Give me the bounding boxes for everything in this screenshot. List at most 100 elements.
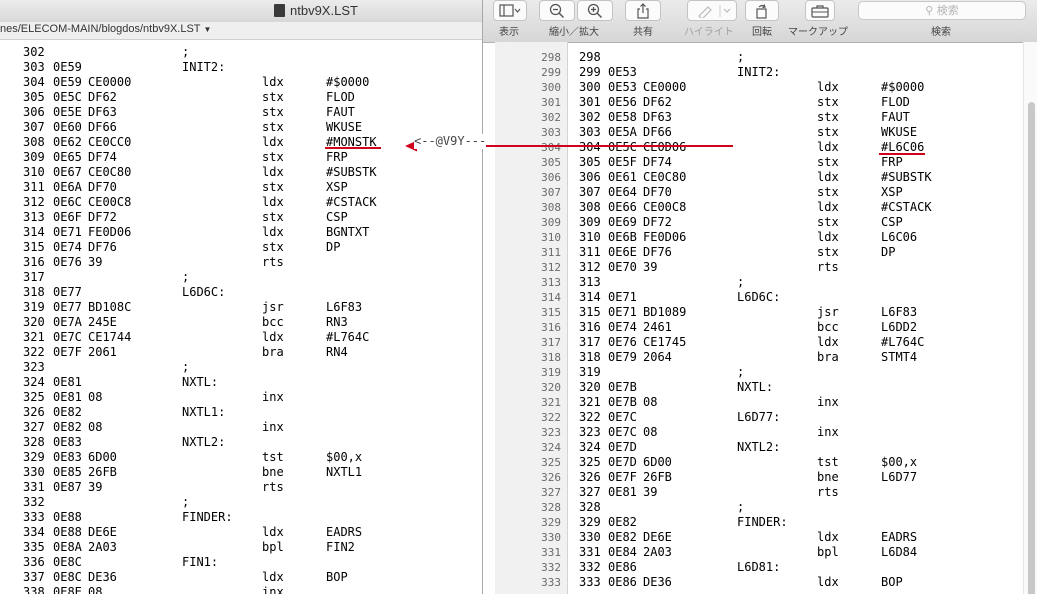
listing-c1: 313	[579, 275, 601, 289]
listing-c6: WKUSE	[326, 120, 363, 134]
listing-c1: 304	[23, 75, 45, 89]
listing-c1: 322	[579, 410, 601, 424]
left-listing[interactable]: 302; 303 0E59 INIT2: 304 0E59 CE0000 ldx #$0000 3…	[0, 41, 482, 594]
listing-c1: 321	[579, 395, 601, 409]
left-titlebar[interactable]: ntbv9X.LST	[0, 0, 482, 23]
listing-c4: ;	[737, 500, 745, 514]
listing-c3: 2064	[643, 350, 672, 364]
listing-c5: ldx	[817, 335, 839, 349]
listing-c5: bne	[817, 470, 839, 484]
listing-c3: DF63	[88, 105, 117, 119]
listing-c1: 307	[23, 120, 45, 134]
listing-c5: stx	[817, 125, 839, 139]
listing-c3: FE0D06	[88, 225, 132, 239]
listing-c6: FAUT	[326, 105, 355, 119]
listing-c1: 312	[23, 195, 45, 209]
gutter-line-number: 321	[541, 396, 561, 409]
listing-c4: NXTL1:	[182, 405, 226, 419]
listing-c1: 332	[579, 560, 601, 574]
listing-c1: 316	[579, 320, 601, 334]
listing-c3: 2461	[643, 320, 672, 334]
listing-c3: CE0000	[643, 80, 687, 94]
listing-c1: 306	[23, 105, 45, 119]
rotate-button[interactable]	[745, 0, 779, 21]
listing-c1: 329	[579, 515, 601, 529]
sidebar-view-button[interactable]	[493, 0, 527, 21]
listing-c1: 328	[23, 435, 45, 449]
gutter-line-number: 299	[541, 66, 561, 79]
listing-c4: ;	[737, 50, 745, 64]
listing-c2: 0E74	[53, 240, 82, 254]
listing-c5: bpl	[817, 545, 839, 559]
listing-c1: 305	[579, 155, 601, 169]
listing-c2: 0E81	[608, 485, 637, 499]
scrollbar[interactable]	[1023, 42, 1037, 594]
listing-c1: 304	[579, 140, 601, 154]
listing-c1: 308	[579, 200, 601, 214]
listing-c5: stx	[262, 120, 284, 134]
listing-c1: 337	[23, 570, 45, 584]
gutter-line-number: 316	[541, 321, 561, 334]
listing-c5: stx	[817, 155, 839, 169]
listing-c3: 08	[88, 420, 103, 434]
highlight-button[interactable]	[687, 0, 737, 21]
listing-c2: 0E82	[608, 530, 637, 544]
markup-button[interactable]	[805, 0, 835, 21]
path-bar[interactable]: nes/ELECOM-MAIN/blogdos/ntbv9X.LST ▼	[0, 22, 482, 40]
listing-c1: 324	[579, 440, 601, 454]
listing-c6: WKUSE	[881, 125, 918, 139]
listing-c5: rts	[262, 255, 284, 269]
listing-c3: DE36	[88, 570, 117, 584]
listing-c3: DF76	[643, 245, 672, 259]
listing-c5: rts	[817, 260, 839, 274]
gutter-line-number: 319	[541, 366, 561, 379]
listing-c2: 0E82	[53, 405, 82, 419]
gutter-line-number: 318	[541, 351, 561, 364]
gutter-line-number: 315	[541, 306, 561, 319]
listing-c1: 298	[579, 50, 601, 64]
listing-c2: 0E77	[53, 300, 82, 314]
search-field[interactable]: ⚲ 検索	[858, 1, 1026, 20]
listing-c2: 0E8A	[53, 540, 82, 554]
listing-c6: CSP	[881, 215, 903, 229]
listing-c2: 0E60	[53, 120, 82, 134]
right-listing[interactable]: 298 298; 299 299 0E53 INIT2: 300 300 0E53 CE0000 l…	[483, 42, 1037, 594]
listing-c6: STMT4	[881, 350, 918, 364]
listing-c6: #CSTACK	[326, 195, 377, 209]
listing-c5: bra	[262, 345, 284, 359]
gutter-line-number: 322	[541, 411, 561, 424]
listing-c1: 308	[23, 135, 45, 149]
listing-c3: DF72	[643, 215, 672, 229]
listing-c2: 0E7F	[608, 470, 637, 484]
listing-c2: 0E67	[53, 165, 82, 179]
share-button[interactable]	[625, 0, 661, 21]
listing-c5: jsr	[817, 305, 839, 319]
listing-c2: 0E6F	[53, 210, 82, 224]
listing-c1: 320	[579, 380, 601, 394]
listing-c5: inx	[262, 585, 284, 594]
listing-c2: 0E8C	[53, 570, 82, 584]
file-path[interactable]: nes/ELECOM-MAIN/blogdos/ntbv9X.LST ▼	[0, 23, 211, 35]
zoom-out-button[interactable]	[539, 0, 575, 21]
listing-c2: 0E5A	[608, 125, 637, 139]
scrollbar-thumb[interactable]	[1028, 102, 1035, 594]
listing-c2: 0E85	[53, 465, 82, 479]
gutter-line-number: 305	[541, 156, 561, 169]
listing-c2: 0E7C	[608, 410, 637, 424]
listing-c3: 6D00	[643, 455, 672, 469]
listing-c1: 336	[23, 555, 45, 569]
listing-c1: 318	[579, 350, 601, 364]
listing-c5: inx	[817, 395, 839, 409]
rotate-label: 回転	[752, 27, 772, 38]
listing-c5: stx	[817, 245, 839, 259]
listing-c3: 2061	[88, 345, 117, 359]
listing-c1: 326	[579, 470, 601, 484]
zoom-in-button[interactable]	[577, 0, 613, 21]
gutter-line-number: 308	[541, 201, 561, 214]
listing-c4: FIN1:	[182, 555, 219, 569]
listing-c1: 314	[23, 225, 45, 239]
listing-c5: ldx	[262, 225, 284, 239]
listing-c1: 311	[23, 180, 45, 194]
listing-c1: 327	[579, 485, 601, 499]
chevron-down-icon: ▼	[203, 25, 212, 34]
